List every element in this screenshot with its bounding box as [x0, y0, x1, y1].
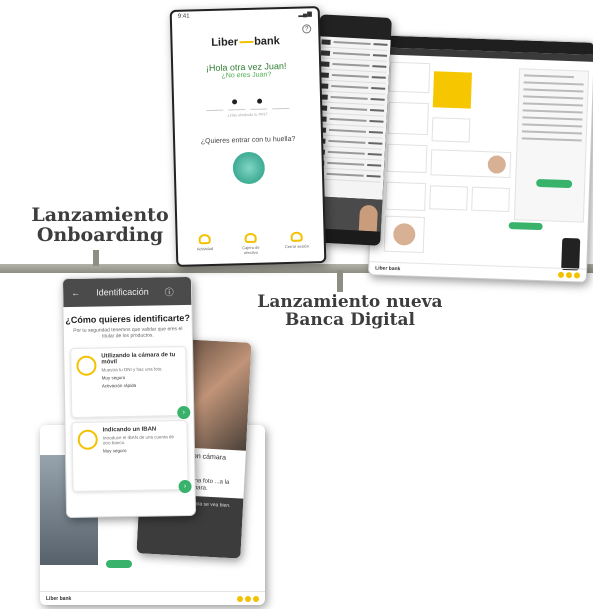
desktop-footer: Liber bank — [368, 261, 587, 282]
movement-row — [522, 102, 583, 107]
next-arrow-icon[interactable]: › — [177, 405, 191, 419]
identification-title: Identificación — [96, 286, 149, 298]
back-arrow-icon[interactable]: ← — [71, 288, 80, 298]
option-title: Utilizando la cámara de tu móvil — [101, 351, 176, 365]
featured-card-tile[interactable] — [432, 71, 472, 109]
forgot-pin-link[interactable]: ¿Has olvidado tu PIN? — [174, 110, 320, 119]
logo-text-right: bank — [253, 35, 280, 48]
account-tile[interactable] — [389, 61, 431, 94]
option-feature: Muy seguro — [101, 374, 126, 381]
movement-row — [522, 109, 583, 114]
quick-action-activity[interactable]: Actividad — [191, 234, 220, 257]
person-photo — [358, 204, 379, 232]
phone-accounts-header — [319, 14, 392, 32]
logo-text-left: Liber — [211, 36, 239, 49]
movement-row — [522, 123, 583, 128]
fingerprint-icon[interactable] — [232, 151, 266, 185]
quick-action-logout[interactable]: Cerrar sesión — [283, 231, 312, 254]
desktop-banking-screen: Liber bank — [367, 34, 593, 283]
option-description: Introduce el IBAN de una cuenta de otro … — [102, 433, 175, 446]
option-feature: Muy seguro — [102, 448, 127, 454]
card-tile[interactable] — [429, 185, 469, 211]
help-icon[interactable]: ⓘ — [165, 285, 174, 298]
timeline-marker-onboarding — [93, 250, 99, 266]
person-photo — [392, 222, 416, 246]
option-feature: Activación rápida — [101, 382, 137, 389]
desktop-footer: Liber bank — [40, 591, 265, 605]
brand-dots-icon — [237, 596, 259, 602]
promo-tile[interactable] — [430, 149, 512, 179]
panel-title-line — [523, 74, 574, 79]
app-phone-image — [561, 237, 581, 271]
next-arrow-icon[interactable]: › — [178, 479, 192, 493]
cash-icon — [244, 232, 257, 244]
status-bar: 9:41 ▂▄▆ — [172, 8, 318, 24]
quick-action-cash[interactable]: Cajero de efectivo — [237, 232, 266, 256]
caption-onboarding: Lanzamiento Onboarding — [31, 204, 169, 246]
desktop-logo: Liber bank — [374, 265, 401, 273]
quick-action-label: Actividad — [196, 245, 214, 252]
movement-row — [523, 81, 584, 86]
bank-icon — [77, 429, 98, 450]
identification-intro: Por tu seguridad tenemos que validar que… — [73, 326, 183, 340]
movements-panel — [513, 68, 590, 223]
quick-action-label: Cajero de efectivo — [242, 244, 260, 256]
location-icon — [290, 231, 303, 242]
movement-row — [523, 95, 584, 100]
option-title: Indicando un IBAN — [102, 426, 157, 433]
option-iban[interactable]: Indicando un IBAN Introduce el IBAN de u… — [71, 419, 192, 493]
phone-login-screen: 9:41 ▂▄▆ ? Liber bank ¡Hola otra vez Juan… — [169, 6, 327, 267]
fingerprint-question: ¿Quieres entrar con tu huella? — [200, 135, 296, 146]
card-tile[interactable] — [387, 101, 429, 136]
signal-icon: ▂▄▆ — [298, 11, 312, 18]
download-app-button[interactable] — [508, 221, 543, 231]
caption-banca-digital: Lanzamiento nueva Banca Digital — [257, 292, 443, 330]
movement-row — [523, 88, 584, 93]
movement-row — [521, 137, 582, 142]
timeline-marker-banca — [337, 270, 343, 292]
identification-header: ← Identificación ⓘ — [62, 276, 192, 308]
activity-icon — [198, 234, 211, 245]
person-photo — [487, 155, 507, 174]
quick-action-label: Cerrar sesión — [284, 243, 309, 250]
option-description: Muestra tu DNI y haz una foto. — [101, 365, 163, 372]
quick-actions: Actividad Cajero de efectivo Cerrar sesi… — [182, 231, 321, 257]
card-tile[interactable] — [386, 143, 428, 174]
brand-dots-icon — [557, 271, 581, 279]
list-item[interactable] — [314, 168, 381, 183]
view-all-button[interactable] — [536, 178, 573, 189]
movement-row — [522, 116, 583, 121]
help-icon[interactable]: ? — [302, 24, 312, 34]
photo-tile[interactable] — [383, 215, 425, 254]
phone-identification-screen: ← Identificación ⓘ ¿Cómo quieres identif… — [61, 275, 197, 519]
start-button[interactable] — [106, 560, 132, 568]
camera-icon — [76, 355, 97, 376]
card-tile[interactable] — [385, 181, 427, 212]
movement-row — [521, 130, 582, 135]
desktop-logo: Liber bank — [46, 596, 72, 602]
card-tile[interactable] — [471, 186, 510, 212]
option-camera[interactable]: Utilizando la cámara de tu móvil Muestra… — [70, 345, 191, 419]
pin-dots — [174, 97, 320, 106]
card-tile[interactable] — [431, 117, 471, 143]
status-time: 9:41 — [177, 13, 190, 20]
liberbank-logo: Liber bank — [172, 34, 318, 50]
